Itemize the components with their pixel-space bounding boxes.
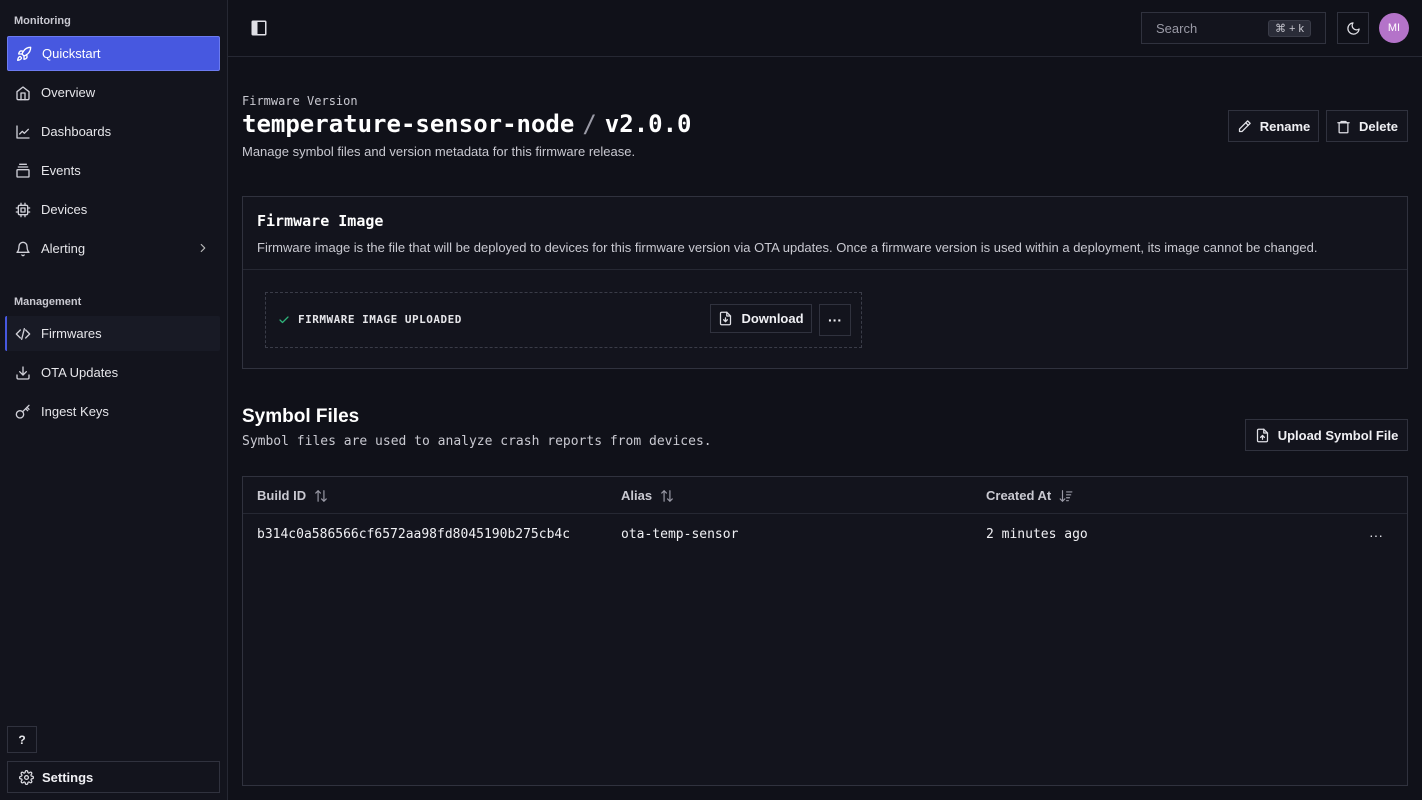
gear-icon [19, 769, 34, 785]
firmware-more-button[interactable]: ··· [819, 304, 851, 336]
sort-descending-icon [1059, 489, 1073, 503]
symbol-files-table: Build ID Alias Created At b314c0a586566c… [242, 476, 1408, 786]
settings-label: Settings [42, 769, 94, 785]
firmware-name: temperature-sensor-node [242, 110, 575, 138]
pencil-icon [1237, 119, 1252, 134]
code-icon [15, 326, 31, 342]
rocket-icon [16, 46, 32, 62]
sidebar-item-label: Firmwares [41, 326, 102, 341]
firmware-image-card: Firmware Image Firmware image is the fil… [242, 196, 1408, 369]
search-placeholder: Search [1156, 20, 1198, 36]
sidebar-item-firmwares[interactable]: Firmwares [5, 316, 220, 351]
upload-symbol-file-label: Upload Symbol File [1277, 427, 1399, 443]
column-header-build-id[interactable]: Build ID [257, 488, 328, 503]
sidebar: Monitoring Quickstart Overview Dashboard… [0, 0, 228, 800]
chart-line-icon [15, 124, 31, 140]
build-id-cell: b314c0a586566cf6572aa98fd8045190b275cb4c [257, 527, 571, 542]
chevron-right-icon [196, 241, 210, 255]
sidebar-item-quickstart[interactable]: Quickstart [7, 36, 220, 71]
search-input[interactable]: Search ⌘ + k [1141, 12, 1326, 44]
row-more-button[interactable]: ··· [1363, 522, 1389, 548]
trash-icon [1336, 119, 1351, 134]
title-separator: / [582, 110, 597, 138]
delete-label: Delete [1358, 118, 1399, 134]
help-button[interactable]: ? [7, 726, 37, 753]
firmware-image-card-header: Firmware Image Firmware image is the fil… [243, 197, 1407, 270]
management-section-label: Management [14, 296, 82, 308]
monitoring-section-label: Monitoring [14, 15, 71, 27]
sidebar-toggle-icon[interactable] [250, 19, 268, 37]
page-title: temperature-sensor-node / v2.0.0 [242, 110, 692, 138]
settings-button[interactable]: Settings [7, 761, 220, 793]
sidebar-item-events[interactable]: Events [7, 153, 220, 188]
search-shortcut-badge: ⌘ + k [1267, 20, 1311, 37]
theme-toggle-button[interactable] [1337, 12, 1369, 44]
key-icon [15, 404, 31, 420]
sidebar-item-label: Alerting [41, 241, 86, 256]
chip-icon [15, 202, 31, 218]
firmware-version: v2.0.0 [604, 110, 692, 138]
firmware-image-title: Firmware Image [257, 212, 384, 230]
page-description: Manage symbol files and version metadata… [242, 144, 636, 159]
delete-button[interactable]: Delete [1326, 110, 1408, 142]
sidebar-item-label: OTA Updates [41, 365, 119, 380]
rename-label: Rename [1259, 118, 1311, 134]
table-row[interactable]: b314c0a586566cf6572aa98fd8045190b275cb4c… [243, 514, 1407, 556]
sidebar-item-dashboards[interactable]: Dashboards [7, 114, 220, 149]
file-upload-icon [1255, 428, 1270, 443]
symbol-files-title: Symbol Files [242, 406, 360, 427]
column-header-created-at[interactable]: Created At [986, 488, 1073, 503]
download-label: Download [741, 311, 804, 326]
alias-cell: ota-temp-sensor [621, 527, 739, 542]
stack-icon [15, 163, 31, 179]
sidebar-item-label: Quickstart [42, 46, 101, 61]
sidebar-item-ota-updates[interactable]: OTA Updates [7, 355, 220, 390]
sort-arrows-icon [660, 489, 674, 503]
firmware-image-description: Firmware image is the file that will be … [257, 240, 1318, 255]
sidebar-item-label: Devices [41, 202, 88, 217]
page-eyebrow: Firmware Version [242, 94, 358, 108]
check-icon [278, 314, 290, 326]
column-label: Alias [621, 488, 653, 503]
column-label: Created At [986, 488, 1052, 503]
sidebar-item-devices[interactable]: Devices [7, 192, 220, 227]
firmware-upload-box: FIRMWARE IMAGE UPLOADED Download ··· [265, 292, 862, 348]
sidebar-item-label: Dashboards [41, 124, 112, 139]
symbol-files-description: Symbol files are used to analyze crash r… [242, 434, 712, 449]
download-button[interactable]: Download [710, 304, 812, 333]
column-header-alias[interactable]: Alias [621, 488, 674, 503]
bell-icon [15, 241, 31, 257]
sidebar-item-label: Ingest Keys [41, 404, 109, 419]
column-label: Build ID [257, 488, 307, 503]
sidebar-item-label: Overview [41, 85, 96, 100]
moon-icon [1346, 21, 1361, 36]
upload-status: FIRMWARE IMAGE UPLOADED [278, 313, 462, 326]
sort-arrows-icon [314, 489, 328, 503]
sidebar-item-alerting[interactable]: Alerting [7, 231, 220, 266]
sidebar-item-overview[interactable]: Overview [7, 75, 220, 110]
file-download-icon [718, 311, 733, 326]
upload-symbol-file-button[interactable]: Upload Symbol File [1245, 419, 1408, 451]
upload-status-label: FIRMWARE IMAGE UPLOADED [298, 313, 462, 326]
sidebar-item-ingest-keys[interactable]: Ingest Keys [7, 394, 220, 429]
rename-button[interactable]: Rename [1228, 110, 1319, 142]
topbar: Search ⌘ + k MI [228, 0, 1422, 57]
sidebar-item-label: Events [41, 163, 81, 178]
table-header: Build ID Alias Created At [243, 477, 1407, 514]
download-tray-icon [15, 365, 31, 381]
avatar[interactable]: MI [1379, 13, 1409, 43]
created-at-cell: 2 minutes ago [986, 527, 1088, 542]
home-icon [15, 85, 31, 101]
